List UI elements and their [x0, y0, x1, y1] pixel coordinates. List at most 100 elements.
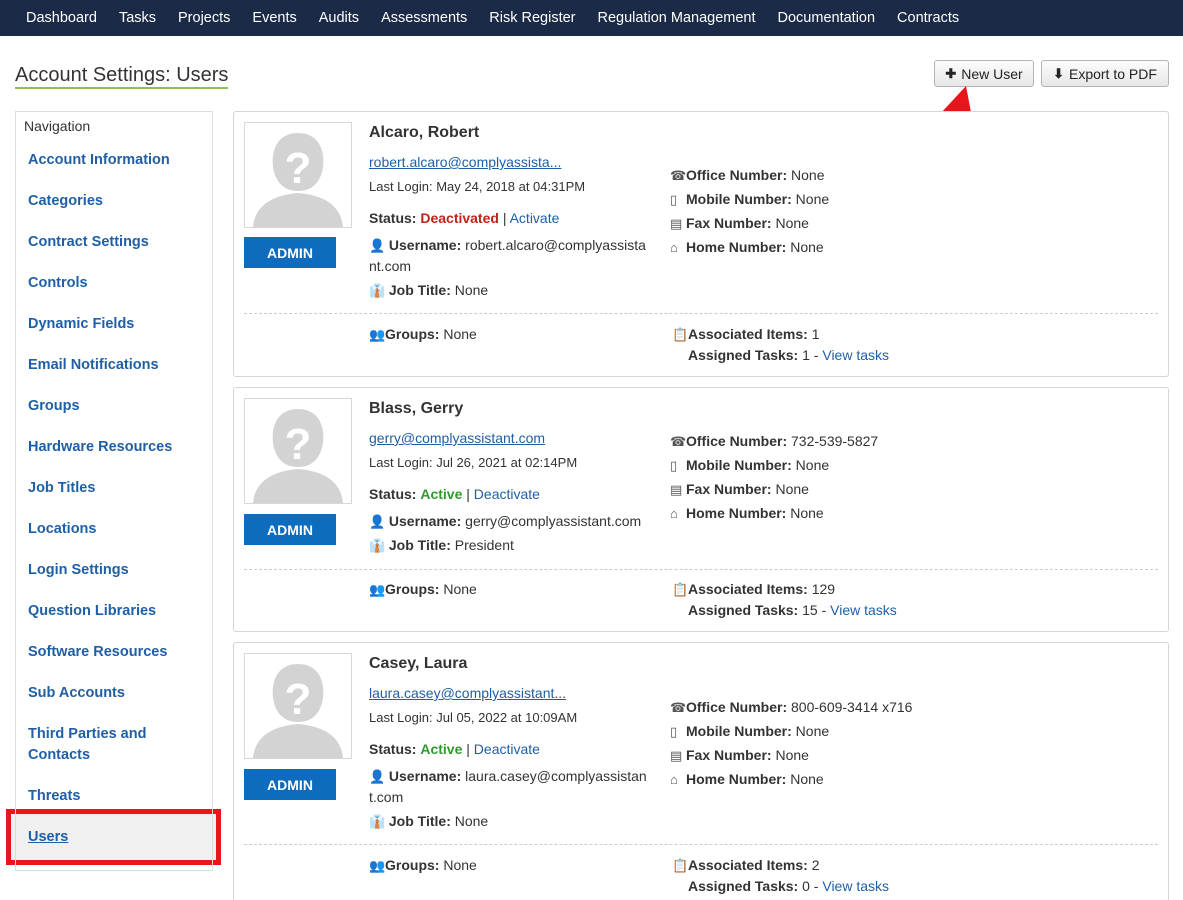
export-label: Export to PDF — [1068, 65, 1157, 82]
sidebar-item-job-titles[interactable]: Job Titles — [28, 478, 208, 499]
view-tasks-link[interactable]: View tasks — [822, 347, 889, 363]
username-value: gerry@complyassistant.com — [465, 513, 642, 529]
nav-risk-register[interactable]: Risk Register — [478, 10, 586, 26]
sidebar-item-controls[interactable]: Controls — [28, 273, 208, 294]
sidebar-item-users[interactable]: Users — [28, 827, 208, 848]
divider — [244, 313, 1158, 314]
username-value: laura.casey@complyassistan — [465, 768, 647, 784]
user-email-link[interactable]: gerry@complyassistant.com — [369, 430, 545, 446]
nav-contracts[interactable]: Contracts — [886, 10, 970, 26]
page-title: Account Settings: Users — [15, 64, 229, 89]
user-email-link[interactable]: robert.alcaro@complyassista... — [369, 154, 561, 170]
status-label: Status: — [369, 210, 417, 226]
avatar-placeholder-icon: ? — [244, 653, 352, 759]
mobile-number: ▯ Mobile Number: None — [670, 457, 830, 473]
phone-icon: ☎ — [670, 700, 687, 715]
username-label: Username: — [388, 768, 462, 784]
username-value: robert.alcaro@complyassista — [465, 237, 646, 253]
home-icon: ⌂ — [670, 506, 678, 521]
nav-assessments[interactable]: Assessments — [370, 10, 478, 26]
sidebar-item-third-parties[interactable]: Third Parties and Contacts — [28, 724, 158, 766]
status-label: Status: — [369, 741, 417, 757]
svg-text:?: ? — [285, 420, 312, 469]
sidebar-item-dynamic-fields[interactable]: Dynamic Fields — [28, 314, 208, 335]
sidebar-nav: Navigation Account Information Categorie… — [15, 111, 213, 871]
sidebar-item-login-settings[interactable]: Login Settings — [28, 560, 208, 581]
sidebar-title: Navigation — [24, 118, 91, 134]
separator: | — [466, 486, 470, 502]
sidebar-item-contract-settings[interactable]: Contract Settings — [28, 232, 208, 253]
fax-icon: ▤ — [670, 216, 683, 231]
user-name: Blass, Gerry — [369, 400, 464, 417]
svg-text:?: ? — [285, 144, 312, 193]
nav-regulation-management[interactable]: Regulation Management — [587, 10, 767, 26]
avatar-placeholder-icon: ? — [244, 122, 352, 228]
admin-badge: ADMIN — [244, 237, 336, 268]
username-row: 👤 Username: robert.alcaro@complyassista … — [369, 235, 646, 277]
status-value: Deactivated — [420, 210, 499, 226]
sidebar-item-software-resources[interactable]: Software Resources — [28, 642, 208, 663]
job-title-icon: 👔 — [369, 538, 386, 553]
groups-row: 👥Groups: None — [369, 326, 477, 342]
associated-items: 📋Associated Items: 129 Assigned Tasks: 1… — [672, 581, 897, 618]
separator: | — [502, 210, 507, 226]
sidebar-item-question-libraries[interactable]: Question Libraries — [28, 601, 208, 622]
user-email-link[interactable]: laura.casey@complyassistant... — [369, 685, 566, 701]
nav-documentation[interactable]: Documentation — [767, 10, 887, 26]
user-icon: 👤 — [369, 514, 386, 529]
nav-audits[interactable]: Audits — [308, 10, 370, 26]
groups-row: 👥Groups: None — [369, 857, 477, 873]
sidebar-item-account-information[interactable]: Account Information — [28, 150, 208, 171]
home-number: ⌂ Home Number: None — [670, 505, 824, 521]
export-pdf-button[interactable]: ⬇ Export to PDF — [1041, 60, 1169, 87]
activate-link[interactable]: Activate — [510, 210, 560, 226]
sidebar-item-hardware-resources[interactable]: Hardware Resources — [28, 437, 208, 458]
admin-badge: ADMIN — [244, 769, 336, 800]
associated-items: 📋Associated Items: 1 Assigned Tasks: 1 -… — [672, 326, 890, 363]
mobile-icon: ▯ — [670, 724, 678, 739]
nav-tasks[interactable]: Tasks — [108, 10, 167, 26]
job-title-value: None — [454, 813, 489, 829]
nav-projects[interactable]: Projects — [167, 10, 241, 26]
groups-icon: 👥 — [369, 858, 386, 873]
sidebar-item-email-notifications[interactable]: Email Notifications — [28, 355, 208, 376]
sidebar-item-categories[interactable]: Categories — [28, 191, 208, 212]
username-label: Username: — [388, 513, 462, 529]
job-title-row: 👔 Job Title: None — [369, 280, 488, 301]
status-value: Active — [420, 741, 463, 757]
phone-icon: ☎ — [670, 434, 687, 449]
fax-number: ▤ Fax Number: None — [670, 481, 809, 497]
last-login: Last Login: Jul 05, 2022 at 10:09AM — [369, 710, 578, 725]
view-tasks-link[interactable]: View tasks — [822, 878, 889, 894]
sidebar-item-locations[interactable]: Locations — [28, 519, 208, 540]
top-nav: Dashboard Tasks Projects Events Audits A… — [0, 0, 1183, 36]
status-label: Status: — [369, 486, 417, 502]
view-tasks-link[interactable]: View tasks — [830, 602, 897, 618]
deactivate-link[interactable]: Deactivate — [474, 741, 540, 757]
nav-events[interactable]: Events — [241, 10, 307, 26]
download-icon: ⬇ — [1053, 65, 1064, 81]
fax-number: ▤ Fax Number: None — [670, 215, 809, 231]
sidebar-item-groups[interactable]: Groups — [28, 396, 208, 417]
mobile-number: ▯ Mobile Number: None — [670, 191, 830, 207]
separator: | — [466, 741, 470, 757]
admin-badge: ADMIN — [244, 514, 336, 545]
home-number: ⌂ Home Number: None — [670, 771, 824, 787]
job-title-value: None — [454, 282, 489, 298]
associated-items: 📋Associated Items: 2 Assigned Tasks: 0 -… — [672, 857, 890, 894]
home-number: ⌂ Home Number: None — [670, 239, 824, 255]
clipboard-icon: 📋 — [672, 327, 689, 342]
last-login: Last Login: Jul 26, 2021 at 02:14PM — [369, 455, 578, 470]
home-icon: ⌂ — [670, 240, 678, 255]
username-value-cont: nt.com — [369, 258, 412, 274]
phone-icon: ☎ — [670, 168, 687, 183]
fax-number: ▤ Fax Number: None — [670, 747, 809, 763]
groups-row: 👥Groups: None — [369, 581, 477, 597]
last-login: Last Login: May 24, 2018 at 04:31PM — [369, 179, 586, 194]
user-card: ? ADMIN Blass, Gerry gerry@complyassista… — [233, 387, 1169, 632]
nav-dashboard[interactable]: Dashboard — [15, 10, 108, 26]
sidebar-item-sub-accounts[interactable]: Sub Accounts — [28, 683, 208, 704]
user-icon: 👤 — [369, 238, 386, 253]
sidebar-item-threats[interactable]: Threats — [28, 786, 208, 807]
deactivate-link[interactable]: Deactivate — [474, 486, 540, 502]
